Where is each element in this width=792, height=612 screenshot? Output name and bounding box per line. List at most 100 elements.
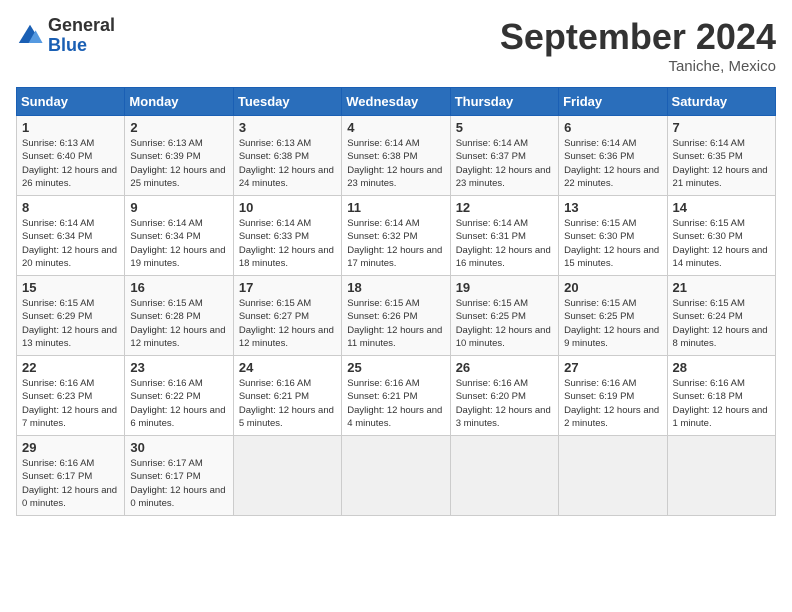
page-header: General Blue September 2024 Taniche, Mex… [16, 16, 776, 75]
calendar-cell-0-3: 4 Sunrise: 6:14 AMSunset: 6:38 PMDaylight… [342, 116, 450, 196]
calendar-cell-1-2: 10 Sunrise: 6:14 AMSunset: 6:33 PMDayligh… [233, 196, 341, 276]
cell-info: Sunrise: 6:14 AMSunset: 6:31 PMDaylight:… [456, 218, 551, 269]
calendar-cell-0-6: 7 Sunrise: 6:14 AMSunset: 6:35 PMDaylight… [667, 116, 775, 196]
cell-info: Sunrise: 6:14 AMSunset: 6:33 PMDaylight:… [239, 218, 334, 269]
day-header-thursday: Thursday [450, 88, 558, 116]
calendar-cell-3-5: 27Sunrise: 6:16 AMSunset: 6:19 PMDayligh… [559, 356, 667, 436]
logo-blue-text: Blue [48, 36, 115, 56]
day-number: 5 [456, 120, 553, 135]
cell-info: Sunrise: 6:14 AMSunset: 6:35 PMDaylight:… [673, 138, 768, 189]
day-number: 28 [673, 360, 770, 375]
calendar-cell-2-5: 20 Sunrise: 6:15 AMSunset: 6:25 PMDayligh… [559, 276, 667, 356]
day-number: 13 [564, 200, 661, 215]
day-number: 3 [239, 120, 336, 135]
day-header-wednesday: Wednesday [342, 88, 450, 116]
cell-info: Sunrise: 6:15 AMSunset: 6:25 PMDaylight:… [564, 298, 659, 349]
logo-general-text: General [48, 16, 115, 36]
calendar-cell-0-5: 6Sunrise: 6:14 AMSunset: 6:36 PMDaylight… [559, 116, 667, 196]
calendar-cell-3-6: 28 Sunrise: 6:16 AMSunset: 6:18 PMDayligh… [667, 356, 775, 436]
day-number: 20 [564, 280, 661, 295]
calendar-cell-1-0: 8 Sunrise: 6:14 AMSunset: 6:34 PMDaylight… [17, 196, 125, 276]
cell-info: Sunrise: 6:16 AMSunset: 6:22 PMDaylight:… [130, 378, 225, 429]
calendar-cell-1-6: 14 Sunrise: 6:15 AMSunset: 6:30 PMDayligh… [667, 196, 775, 276]
cell-info: Sunrise: 6:16 AMSunset: 6:21 PMDaylight:… [239, 378, 334, 429]
calendar-cell-2-3: 18 Sunrise: 6:15 AMSunset: 6:26 PMDayligh… [342, 276, 450, 356]
calendar-cell-2-6: 21 Sunrise: 6:15 AMSunset: 6:24 PMDayligh… [667, 276, 775, 356]
calendar-cell-0-4: 5 Sunrise: 6:14 AMSunset: 6:37 PMDaylight… [450, 116, 558, 196]
cell-info: Sunrise: 6:17 AMSunset: 6:17 PMDaylight:… [130, 458, 225, 509]
cell-info: Sunrise: 6:15 AMSunset: 6:29 PMDaylight:… [22, 298, 117, 349]
cell-info: Sunrise: 6:14 AMSunset: 6:38 PMDaylight:… [347, 138, 442, 189]
day-number: 9 [130, 200, 227, 215]
logo-icon [16, 22, 44, 50]
day-number: 14 [673, 200, 770, 215]
calendar-cell-1-4: 12 Sunrise: 6:14 AMSunset: 6:31 PMDayligh… [450, 196, 558, 276]
day-number: 7 [673, 120, 770, 135]
calendar-cell-4-1: 30Sunrise: 6:17 AMSunset: 6:17 PMDayligh… [125, 436, 233, 516]
title-block: September 2024 Taniche, Mexico [500, 16, 776, 75]
cell-info: Sunrise: 6:14 AMSunset: 6:37 PMDaylight:… [456, 138, 551, 189]
cell-info: Sunrise: 6:13 AMSunset: 6:39 PMDaylight:… [130, 138, 225, 189]
day-number: 27 [564, 360, 661, 375]
cell-info: Sunrise: 6:15 AMSunset: 6:26 PMDaylight:… [347, 298, 442, 349]
day-number: 22 [22, 360, 119, 375]
calendar-cell-2-4: 19 Sunrise: 6:15 AMSunset: 6:25 PMDayligh… [450, 276, 558, 356]
cell-info: Sunrise: 6:16 AMSunset: 6:18 PMDaylight:… [673, 378, 768, 429]
cell-info: Sunrise: 6:16 AMSunset: 6:20 PMDaylight:… [456, 378, 551, 429]
day-number: 1 [22, 120, 119, 135]
cell-info: Sunrise: 6:14 AMSunset: 6:32 PMDaylight:… [347, 218, 442, 269]
cell-info: Sunrise: 6:16 AMSunset: 6:23 PMDaylight:… [22, 378, 117, 429]
day-number: 21 [673, 280, 770, 295]
day-number: 16 [130, 280, 227, 295]
calendar-cell-1-3: 11 Sunrise: 6:14 AMSunset: 6:32 PMDayligh… [342, 196, 450, 276]
calendar-cell-0-2: 3 Sunrise: 6:13 AMSunset: 6:38 PMDaylight… [233, 116, 341, 196]
cell-info: Sunrise: 6:15 AMSunset: 6:27 PMDaylight:… [239, 298, 334, 349]
day-header-tuesday: Tuesday [233, 88, 341, 116]
day-number: 23 [130, 360, 227, 375]
calendar-week-0: 1 Sunrise: 6:13 AMSunset: 6:40 PMDaylight… [17, 116, 776, 196]
calendar-cell-2-1: 16Sunrise: 6:15 AMSunset: 6:28 PMDayligh… [125, 276, 233, 356]
cell-info: Sunrise: 6:16 AMSunset: 6:17 PMDaylight:… [22, 458, 117, 509]
day-number: 8 [22, 200, 119, 215]
calendar-week-3: 22 Sunrise: 6:16 AMSunset: 6:23 PMDayligh… [17, 356, 776, 436]
calendar-cell-3-0: 22 Sunrise: 6:16 AMSunset: 6:23 PMDayligh… [17, 356, 125, 436]
day-number: 12 [456, 200, 553, 215]
day-number: 11 [347, 200, 444, 215]
day-header-sunday: Sunday [17, 88, 125, 116]
cell-info: Sunrise: 6:14 AMSunset: 6:34 PMDaylight:… [22, 218, 117, 269]
day-number: 19 [456, 280, 553, 295]
cell-info: Sunrise: 6:16 AMSunset: 6:21 PMDaylight:… [347, 378, 442, 429]
calendar-cell-2-2: 17 Sunrise: 6:15 AMSunset: 6:27 PMDayligh… [233, 276, 341, 356]
cell-info: Sunrise: 6:13 AMSunset: 6:38 PMDaylight:… [239, 138, 334, 189]
day-header-friday: Friday [559, 88, 667, 116]
calendar-cell-0-1: 2Sunrise: 6:13 AMSunset: 6:39 PMDaylight… [125, 116, 233, 196]
cell-info: Sunrise: 6:15 AMSunset: 6:30 PMDaylight:… [673, 218, 768, 269]
calendar-cell-3-1: 23 Sunrise: 6:16 AMSunset: 6:22 PMDayligh… [125, 356, 233, 436]
calendar-cell-4-0: 29Sunrise: 6:16 AMSunset: 6:17 PMDayligh… [17, 436, 125, 516]
day-number: 17 [239, 280, 336, 295]
day-number: 4 [347, 120, 444, 135]
calendar-table: SundayMondayTuesdayWednesdayThursdayFrid… [16, 87, 776, 516]
location: Taniche, Mexico [500, 58, 776, 75]
calendar-cell-4-4 [450, 436, 558, 516]
month-title: September 2024 [500, 16, 776, 58]
calendar-week-4: 29Sunrise: 6:16 AMSunset: 6:17 PMDayligh… [17, 436, 776, 516]
cell-info: Sunrise: 6:13 AMSunset: 6:40 PMDaylight:… [22, 138, 117, 189]
day-number: 24 [239, 360, 336, 375]
day-number: 18 [347, 280, 444, 295]
day-number: 26 [456, 360, 553, 375]
cell-info: Sunrise: 6:15 AMSunset: 6:24 PMDaylight:… [673, 298, 768, 349]
calendar-cell-4-2 [233, 436, 341, 516]
calendar-cell-1-5: 13Sunrise: 6:15 AMSunset: 6:30 PMDayligh… [559, 196, 667, 276]
day-number: 10 [239, 200, 336, 215]
calendar-cell-4-5 [559, 436, 667, 516]
calendar-cell-3-3: 25 Sunrise: 6:16 AMSunset: 6:21 PMDayligh… [342, 356, 450, 436]
calendar-header-row: SundayMondayTuesdayWednesdayThursdayFrid… [17, 88, 776, 116]
calendar-cell-4-6 [667, 436, 775, 516]
day-number: 25 [347, 360, 444, 375]
calendar-cell-3-4: 26 Sunrise: 6:16 AMSunset: 6:20 PMDayligh… [450, 356, 558, 436]
calendar-week-2: 15Sunrise: 6:15 AMSunset: 6:29 PMDayligh… [17, 276, 776, 356]
cell-info: Sunrise: 6:15 AMSunset: 6:25 PMDaylight:… [456, 298, 551, 349]
day-header-monday: Monday [125, 88, 233, 116]
cell-info: Sunrise: 6:14 AMSunset: 6:34 PMDaylight:… [130, 218, 225, 269]
